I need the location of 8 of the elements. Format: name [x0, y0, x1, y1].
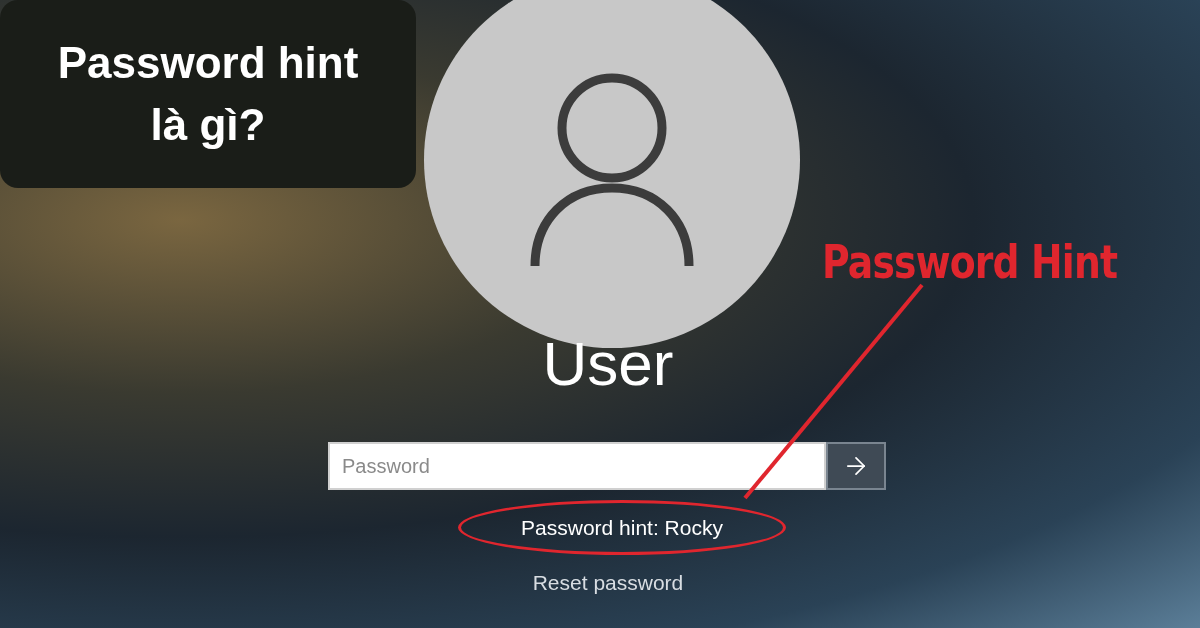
user-name: User: [542, 332, 674, 396]
annotation-label: Password Hint: [822, 234, 1118, 291]
password-field[interactable]: Password: [328, 442, 826, 490]
title-text: Password hint: [57, 37, 359, 89]
title-text: là gì?: [150, 99, 266, 151]
reset-password-link[interactable]: Reset password: [532, 567, 684, 599]
password-hint: Password hint: Rocky: [521, 514, 723, 541]
submit-button[interactable]: [826, 442, 886, 490]
